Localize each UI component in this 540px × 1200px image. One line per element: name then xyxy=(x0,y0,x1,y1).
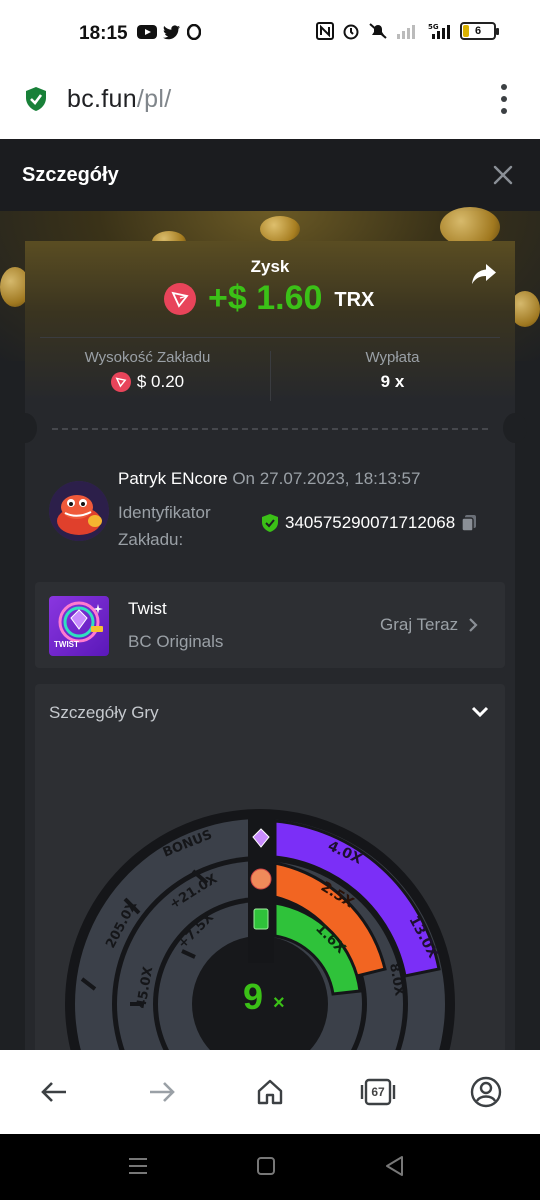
tabs-button[interactable]: 67 xyxy=(360,1074,396,1110)
browser-menu-icon[interactable] xyxy=(497,84,511,114)
alarm-icon xyxy=(343,24,359,40)
center-multiplier-suffix: × xyxy=(273,992,285,1014)
battery-icon: 6 xyxy=(460,22,499,40)
twist-wheel: 4.0X 13.0X 2.5X 1.6X BONUS +21.0X +7.5X … xyxy=(65,809,455,1050)
copy-icon[interactable] xyxy=(461,514,477,532)
play-now-label: Graj Teraz xyxy=(380,615,459,634)
game-details-title: Szczegóły Gry xyxy=(49,703,159,722)
browser-url-bar[interactable]: bc.fun/pl/ xyxy=(0,64,540,139)
wager-stat: Wysokość Zakładu $ 0.20 xyxy=(25,349,270,392)
status-bar: 18:15 5G 6 xyxy=(0,0,540,64)
bet-id: 340575290071712068 xyxy=(285,513,456,532)
game-row[interactable]: TWIST Twist BC Originals Graj Teraz xyxy=(35,582,505,668)
share-icon[interactable] xyxy=(471,263,497,285)
chevron-right-icon xyxy=(469,618,478,632)
secure-shield-icon xyxy=(26,87,46,111)
game-thumb-label: TWIST xyxy=(54,640,79,649)
mute-icon xyxy=(369,23,387,39)
modal-header: Szczegóły xyxy=(0,139,540,211)
bet-id-label: Identyfikator Zakładu: xyxy=(118,503,211,549)
game-thumbnail[interactable]: TWIST xyxy=(49,596,109,656)
home-icon xyxy=(257,1079,283,1105)
game-details-panel: Szczegóły Gry 4.0X 13.0X 2.5X 1.6X BONUS… xyxy=(35,684,505,1050)
bet-timestamp: On 27.07.2023, 18:13:57 xyxy=(232,469,421,488)
payout-value: 9 x xyxy=(380,372,405,391)
trx-coin-icon xyxy=(164,282,196,315)
home-button[interactable] xyxy=(252,1074,288,1110)
recents-icon[interactable] xyxy=(127,1156,149,1176)
bet-id-row: 340575290071712068 xyxy=(261,513,477,533)
svg-text:5G: 5G xyxy=(428,23,439,31)
opera-icon xyxy=(187,24,201,40)
game-provider: BC Originals xyxy=(128,632,224,651)
account-icon xyxy=(470,1076,502,1108)
game-name: Twist xyxy=(128,599,167,618)
twitter-icon xyxy=(163,25,180,40)
bet-card: Zysk +$ 1.60 TRX Wysokość Zakładu $ 0.20… xyxy=(13,241,527,1050)
arrow-left-icon xyxy=(41,1082,66,1102)
wager-label: Wysokość Zakładu xyxy=(84,349,211,366)
profit-label: Zysk xyxy=(250,257,290,276)
verified-shield-icon xyxy=(262,514,278,532)
center-multiplier: 9 xyxy=(243,976,263,1017)
bet-details-modal: Szczegóły Zysk +$ 1.60 TRX Wysokość Zakł… xyxy=(0,139,540,1050)
system-home-icon[interactable] xyxy=(256,1156,276,1176)
system-back-icon[interactable] xyxy=(384,1155,404,1177)
system-nav-bar xyxy=(0,1134,540,1200)
account-button[interactable] xyxy=(468,1074,504,1110)
signal-icon xyxy=(397,25,415,39)
arrow-right-icon xyxy=(150,1082,175,1102)
back-button[interactable] xyxy=(36,1074,72,1110)
play-now-button[interactable]: Graj Teraz xyxy=(380,615,478,635)
wager-value: $ 0.20 xyxy=(136,372,185,391)
player-info: Patryk ENcore On 27.07.2023, 18:13:57 xyxy=(118,469,420,489)
profit-row: +$ 1.60 TRX xyxy=(164,279,374,318)
chevron-down-icon[interactable] xyxy=(471,706,489,718)
status-time: 18:15 xyxy=(79,23,128,44)
payout-label: Wypłata xyxy=(365,349,420,366)
signal-5g-icon: 5G xyxy=(428,23,450,39)
url-text[interactable]: bc.fun/pl/ xyxy=(67,85,171,114)
trx-coin-icon xyxy=(110,372,131,392)
browser-bottom-nav: 67 xyxy=(0,1050,540,1134)
player-name[interactable]: Patryk ENcore xyxy=(118,469,228,488)
tabs-count: 67 xyxy=(371,1085,385,1099)
forward-button[interactable] xyxy=(144,1074,180,1110)
modal-title: Szczegóły xyxy=(22,164,119,186)
close-icon[interactable] xyxy=(492,164,514,186)
profit-amount: +$ 1.60 xyxy=(208,279,323,317)
dashed-divider xyxy=(52,428,488,430)
youtube-icon xyxy=(137,25,157,39)
payout-stat: Wypłata 9 x xyxy=(270,349,515,392)
modal-content: Zysk +$ 1.60 TRX Wysokość Zakładu $ 0.20… xyxy=(0,207,540,1050)
nfc-icon xyxy=(316,22,334,40)
profit-currency: TRX xyxy=(334,289,375,311)
avatar[interactable] xyxy=(49,481,109,541)
